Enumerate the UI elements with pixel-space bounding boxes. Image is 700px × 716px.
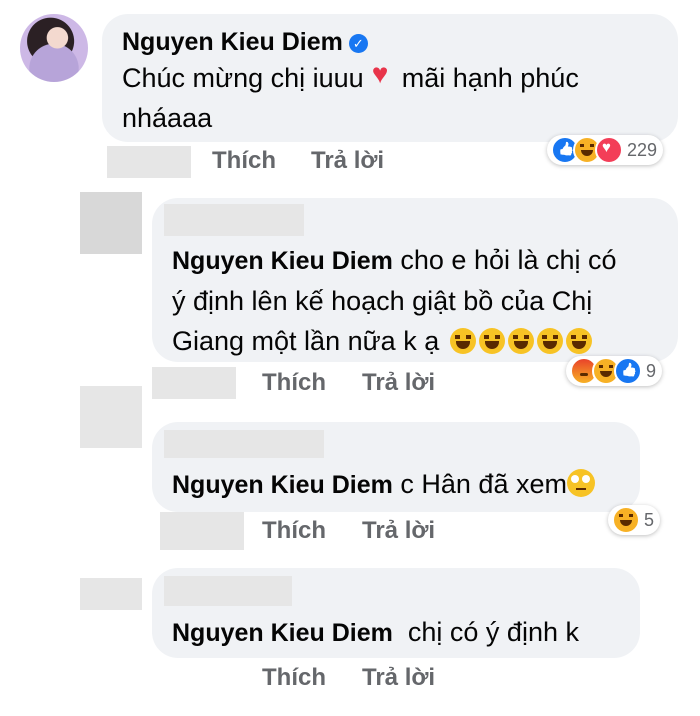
- verified-badge-icon: ✓: [348, 34, 368, 53]
- reply-bubble: Nguyen Kieu Diem chị có ý định k: [152, 568, 640, 658]
- mention-tag[interactable]: Nguyen Kieu Diem: [172, 471, 393, 499]
- reply-button[interactable]: Trả lời: [311, 147, 384, 175]
- timestamp-redacted: [107, 146, 191, 178]
- eye-roll-emoji-icon: [566, 469, 595, 497]
- mention-tag[interactable]: Nguyen Kieu Diem: [172, 247, 393, 275]
- comment-text: Chúc mừng chị iuuu ♥ mãi hạnh phúc nháaaa: [122, 58, 579, 134]
- reply-text: Nguyen Kieu Diem chị có ý định k: [172, 617, 579, 647]
- laughing-emoji-icon: [507, 328, 534, 354]
- haha-icon: [612, 506, 640, 534]
- author-avatar[interactable]: [20, 14, 88, 82]
- like-icon: [614, 357, 642, 385]
- comment-bubble: Nguyen Kieu Diem ✓ Chúc mừng chị iuuu ♥ mãi…: [102, 14, 678, 142]
- laughing-emoji-icon: [478, 328, 505, 354]
- reply-text: Nguyen Kieu Diem cho e hỏi là chị có ý đ…: [172, 245, 617, 356]
- reply-author-redacted[interactable]: [164, 430, 324, 458]
- laughing-emoji-icon: [536, 328, 563, 354]
- mention-tag[interactable]: Nguyen Kieu Diem: [172, 619, 393, 647]
- reply-button[interactable]: Trả lời: [362, 664, 435, 692]
- reply-avatar-redacted[interactable]: [80, 192, 142, 254]
- reply-reactions[interactable]: 5: [608, 505, 661, 535]
- reply-button[interactable]: Trả lời: [362, 517, 435, 545]
- timestamp-redacted: [152, 367, 236, 399]
- reaction-count: 229: [627, 139, 658, 160]
- like-button[interactable]: Thích: [262, 664, 326, 692]
- reply-text: Nguyen Kieu Diem c Hân đã xem: [172, 464, 642, 505]
- comment-reactions[interactable]: 229: [547, 135, 664, 165]
- laughing-emoji-icon: [449, 328, 476, 354]
- love-icon: [595, 136, 623, 164]
- timestamp-redacted: [160, 512, 244, 550]
- beating-heart-emoji-icon: ♥: [371, 58, 389, 89]
- reply-author-redacted[interactable]: [164, 204, 304, 236]
- reply-avatar-redacted[interactable]: [80, 578, 142, 610]
- like-button[interactable]: Thích: [262, 517, 326, 545]
- reply-reactions[interactable]: 9: [566, 356, 663, 386]
- reply-avatar-redacted[interactable]: [80, 386, 142, 448]
- reaction-count: 9: [646, 360, 657, 381]
- comment-author[interactable]: Nguyen Kieu Diem ✓: [122, 28, 368, 57]
- reply-author-redacted[interactable]: [164, 576, 292, 606]
- like-button[interactable]: Thích: [212, 147, 276, 175]
- reply-bubble: Nguyen Kieu Diem cho e hỏi là chị có ý đ…: [152, 198, 678, 362]
- reply-button[interactable]: Trả lời: [362, 369, 435, 397]
- reaction-count: 5: [644, 509, 655, 530]
- like-button[interactable]: Thích: [262, 369, 326, 397]
- laughing-emoji-icon: [565, 328, 592, 354]
- reply-bubble: Nguyen Kieu Diem c Hân đã xem: [152, 422, 640, 512]
